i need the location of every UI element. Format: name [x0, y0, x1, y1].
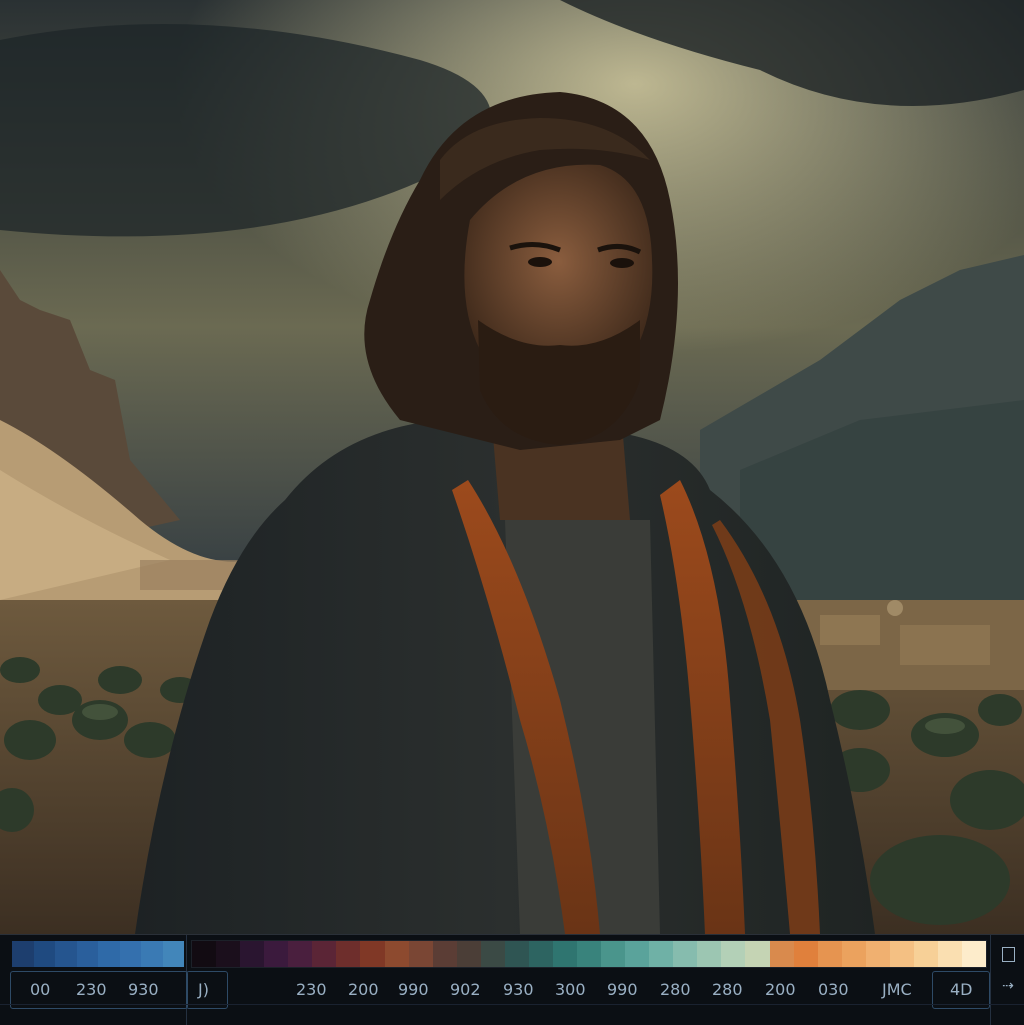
color-swatch[interactable]	[98, 941, 120, 967]
palette-label: 990	[398, 980, 429, 999]
palette-label: 300	[555, 980, 586, 999]
color-swatch[interactable]	[33, 941, 55, 967]
color-swatch[interactable]	[76, 941, 98, 967]
color-swatch[interactable]	[162, 941, 184, 967]
color-palette-bar: 00 230 930 J) 230 200 990 902 930 300 99…	[0, 934, 1024, 1025]
palette-label: J)	[198, 980, 209, 999]
color-swatch[interactable]	[360, 941, 385, 967]
color-swatch[interactable]	[504, 941, 529, 967]
color-swatch[interactable]	[769, 941, 794, 967]
palette-label: 4D	[950, 980, 973, 999]
color-swatch[interactable]	[288, 941, 313, 967]
arrow-right-icon[interactable]: ⇢	[998, 976, 1018, 996]
palette-label: 280	[660, 980, 691, 999]
palette-label: 00	[30, 980, 51, 999]
color-swatch[interactable]	[456, 941, 481, 967]
color-swatch[interactable]	[625, 941, 650, 967]
square-icon[interactable]	[998, 944, 1018, 964]
color-swatch[interactable]	[264, 941, 289, 967]
palette-label: 902	[450, 980, 481, 999]
color-swatch[interactable]	[480, 941, 505, 967]
palette-label: 280	[712, 980, 743, 999]
palette-label: 930	[128, 980, 159, 999]
color-swatch[interactable]	[697, 941, 722, 967]
color-swatch[interactable]	[432, 941, 457, 967]
color-swatch[interactable]	[721, 941, 746, 967]
color-swatch[interactable]	[552, 941, 577, 967]
color-swatch[interactable]	[240, 941, 265, 967]
palette-label: 230	[296, 980, 327, 999]
color-swatch[interactable]	[336, 941, 361, 967]
color-swatch[interactable]	[119, 941, 141, 967]
color-swatch[interactable]	[408, 941, 433, 967]
palette-label: 200	[765, 980, 796, 999]
color-swatch[interactable]	[962, 941, 987, 967]
image-canvas	[0, 0, 1024, 934]
color-swatch[interactable]	[216, 941, 241, 967]
color-swatch[interactable]	[12, 941, 34, 967]
swatch-strip-gradient[interactable]	[191, 940, 987, 968]
color-swatch[interactable]	[384, 941, 409, 967]
color-swatch[interactable]	[141, 941, 163, 967]
color-swatch[interactable]	[913, 941, 938, 967]
color-swatch[interactable]	[889, 941, 914, 967]
color-swatch[interactable]	[577, 941, 602, 967]
palette-label: 200	[348, 980, 379, 999]
color-swatch[interactable]	[793, 941, 818, 967]
palette-label: 990	[607, 980, 638, 999]
color-swatch[interactable]	[192, 941, 217, 967]
color-swatch[interactable]	[528, 941, 553, 967]
swatch-strip-blue[interactable]	[12, 941, 184, 967]
color-swatch[interactable]	[601, 941, 626, 967]
panel-divider	[990, 935, 991, 1025]
palette-label: 230	[76, 980, 107, 999]
palette-label: 030	[818, 980, 849, 999]
color-swatch[interactable]	[673, 941, 698, 967]
color-swatch[interactable]	[55, 941, 77, 967]
color-swatch[interactable]	[865, 941, 890, 967]
palette-label: 930	[503, 980, 534, 999]
color-swatch[interactable]	[649, 941, 674, 967]
color-swatch[interactable]	[312, 941, 337, 967]
color-swatch[interactable]	[841, 941, 866, 967]
color-swatch[interactable]	[817, 941, 842, 967]
color-swatch[interactable]	[937, 941, 962, 967]
palette-label: JMC	[882, 980, 912, 999]
bottom-divider	[0, 1004, 1024, 1005]
color-swatch[interactable]	[745, 941, 770, 967]
